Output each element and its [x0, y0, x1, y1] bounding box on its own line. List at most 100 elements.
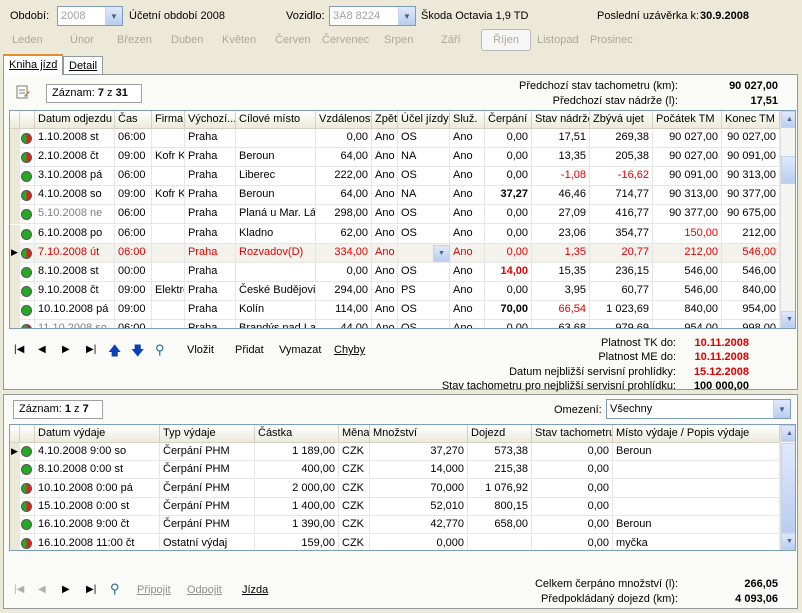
- cell-odo-end[interactable]: 954,00: [722, 300, 780, 320]
- cell-remaining[interactable]: 269,38: [590, 129, 653, 148]
- cell-purpose[interactable]: OS: [398, 167, 450, 187]
- month-mar[interactable]: Březen: [117, 34, 152, 46]
- cell-company[interactable]: [152, 205, 185, 225]
- attach-button[interactable]: Připojit: [137, 584, 171, 596]
- cell-to[interactable]: České Budějovic: [236, 281, 316, 301]
- cell-purpose[interactable]: OS: [398, 129, 450, 148]
- cell-from[interactable]: Praha: [185, 167, 236, 187]
- month-oct[interactable]: Říjen: [481, 29, 531, 51]
- cell-odometer[interactable]: 0,00: [532, 534, 613, 550]
- cell-amount[interactable]: 159,00: [255, 534, 339, 550]
- expenses-scrollbar[interactable]: ▲ ▼: [780, 425, 795, 550]
- cell-back[interactable]: Ano: [372, 243, 398, 263]
- column-header-tank[interactable]: Stav nádrže: [532, 111, 590, 129]
- cell-odo-start[interactable]: 212,00: [653, 243, 722, 263]
- cell-from[interactable]: Praha: [185, 186, 236, 206]
- cell-from[interactable]: Praha: [185, 262, 236, 282]
- errors-button[interactable]: Chyby: [334, 344, 365, 356]
- expense-row[interactable]: 15.10.2008 0:00 st Čerpání PHM 1 400,00 CZK…: [10, 497, 780, 517]
- cell-remaining[interactable]: 60,77: [590, 281, 653, 301]
- trip-row[interactable]: 4.10.2008 so09:00Kofr K.PrahaBeroun64,00…: [10, 186, 780, 206]
- cell-business[interactable]: Ano: [450, 205, 485, 225]
- cell-odo-end[interactable]: 998,00: [722, 320, 780, 328]
- cell-remaining[interactable]: 20,77: [590, 243, 653, 263]
- trip-row[interactable]: 1.10.2008 st 06:00 Praha 0,00 Ano OS Ano 0,00 17…: [10, 129, 780, 148]
- cell-from[interactable]: Praha: [185, 320, 236, 328]
- cell-business[interactable]: Ano: [450, 243, 485, 263]
- report-icon[interactable]: [15, 84, 31, 100]
- cell-date[interactable]: 11.10.2008 so: [35, 320, 115, 328]
- cell-from[interactable]: Praha: [185, 205, 236, 225]
- cell-business[interactable]: Ano: [450, 300, 485, 320]
- cell-type[interactable]: Čerpání PHM: [160, 461, 255, 480]
- delete-button[interactable]: Vymazat: [279, 344, 321, 356]
- month-nov[interactable]: Listopad: [537, 34, 579, 46]
- cell-odo-end[interactable]: 546,00: [722, 243, 780, 263]
- cell-odo-end[interactable]: 90 027,00: [722, 129, 780, 148]
- cell-business[interactable]: Ano: [450, 224, 485, 244]
- cell-tank[interactable]: 15,35: [532, 262, 590, 282]
- search-icon[interactable]: ⚲: [155, 342, 165, 358]
- cell-business[interactable]: Ano: [450, 167, 485, 187]
- cell-time[interactable]: 09:00: [115, 186, 152, 206]
- cell-date[interactable]: 8.10.2008 st: [35, 262, 115, 282]
- cell-to[interactable]: Liberec: [236, 167, 316, 187]
- cell-company[interactable]: [152, 167, 185, 187]
- cell-time[interactable]: 00:00: [115, 262, 152, 282]
- cell-refuel[interactable]: 37,27: [485, 186, 532, 206]
- cell-distance[interactable]: 64,00: [316, 186, 372, 206]
- add-button[interactable]: Přidat: [235, 344, 264, 356]
- first-record-icon[interactable]: |◀: [14, 344, 24, 355]
- cell-type[interactable]: Čerpání PHM: [160, 443, 255, 461]
- cell-back[interactable]: Ano: [372, 148, 398, 168]
- cell-refuel[interactable]: 70,00: [485, 300, 532, 320]
- cell-to[interactable]: Brandýs nad Lab: [236, 320, 316, 328]
- cell-range[interactable]: 215,38: [468, 461, 532, 480]
- cell-distance[interactable]: 222,00: [316, 167, 372, 187]
- trip-row[interactable]: 5.10.2008 ne 06:00 Praha Planá u Mar. Láz 29…: [10, 205, 780, 225]
- cell-type[interactable]: Čerpání PHM: [160, 479, 255, 498]
- cell-to[interactable]: Beroun: [236, 186, 316, 206]
- cell-company[interactable]: [152, 320, 185, 328]
- column-header-remaining[interactable]: Zbývá ujet: [590, 111, 653, 129]
- cell-company[interactable]: [152, 243, 185, 263]
- first-record-icon[interactable]: |◀: [14, 584, 24, 595]
- cell-refuel[interactable]: 0,00: [485, 320, 532, 328]
- vehicle-combo[interactable]: 3A8 8224 ▼: [329, 6, 416, 26]
- cell-company[interactable]: Elektro: [152, 281, 185, 301]
- cell-type[interactable]: Čerpání PHM: [160, 516, 255, 535]
- cell-company[interactable]: [152, 224, 185, 244]
- last-record-icon[interactable]: ▶|: [86, 584, 96, 595]
- column-header-range[interactable]: Dojezd: [468, 425, 532, 443]
- cell-purpose[interactable]: OS: [398, 224, 450, 244]
- cell-refuel[interactable]: 0,00: [485, 281, 532, 301]
- cell-odo-start[interactable]: 840,00: [653, 300, 722, 320]
- cell-remaining[interactable]: 1 023,69: [590, 300, 653, 320]
- cell-refuel[interactable]: 0,00: [485, 205, 532, 225]
- scroll-down-icon[interactable]: ▼: [781, 311, 795, 328]
- cell-amount[interactable]: 1 189,00: [255, 443, 339, 461]
- cell-quantity[interactable]: 52,010: [370, 497, 468, 516]
- cell-refuel[interactable]: 0,00: [485, 167, 532, 187]
- cell-quantity[interactable]: 14,000: [370, 461, 468, 480]
- expense-row[interactable]: 16.10.2008 11:00 čt Ostatní výdaj 159,00 CZ…: [10, 534, 780, 550]
- cell-tank[interactable]: 17,51: [532, 129, 590, 148]
- trips-grid[interactable]: Datum odjezdu Čas Firma Výchozí... Cílové mí…: [9, 110, 796, 329]
- cell-from[interactable]: Praha: [185, 224, 236, 244]
- cell-date[interactable]: 6.10.2008 po: [35, 224, 115, 244]
- month-jun[interactable]: Červen: [275, 34, 310, 46]
- cell-purpose[interactable]: OS: [398, 262, 450, 282]
- cell-back[interactable]: Ano: [372, 300, 398, 320]
- column-header-date[interactable]: Datum výdaje: [35, 425, 160, 443]
- month-jan[interactable]: Leden: [12, 34, 43, 46]
- cell-time[interactable]: 06:00: [115, 243, 152, 263]
- cell-range[interactable]: 658,00: [468, 516, 532, 535]
- cell-amount[interactable]: 2 000,00: [255, 479, 339, 498]
- cell-time[interactable]: 09:00: [115, 281, 152, 301]
- cell-back[interactable]: Ano: [372, 224, 398, 244]
- last-record-icon[interactable]: ▶|: [86, 344, 96, 355]
- cell-time[interactable]: 06:00: [115, 205, 152, 225]
- cell-distance[interactable]: 298,00: [316, 205, 372, 225]
- cell-odo-start[interactable]: 546,00: [653, 281, 722, 301]
- cell-amount[interactable]: 1 390,00: [255, 516, 339, 535]
